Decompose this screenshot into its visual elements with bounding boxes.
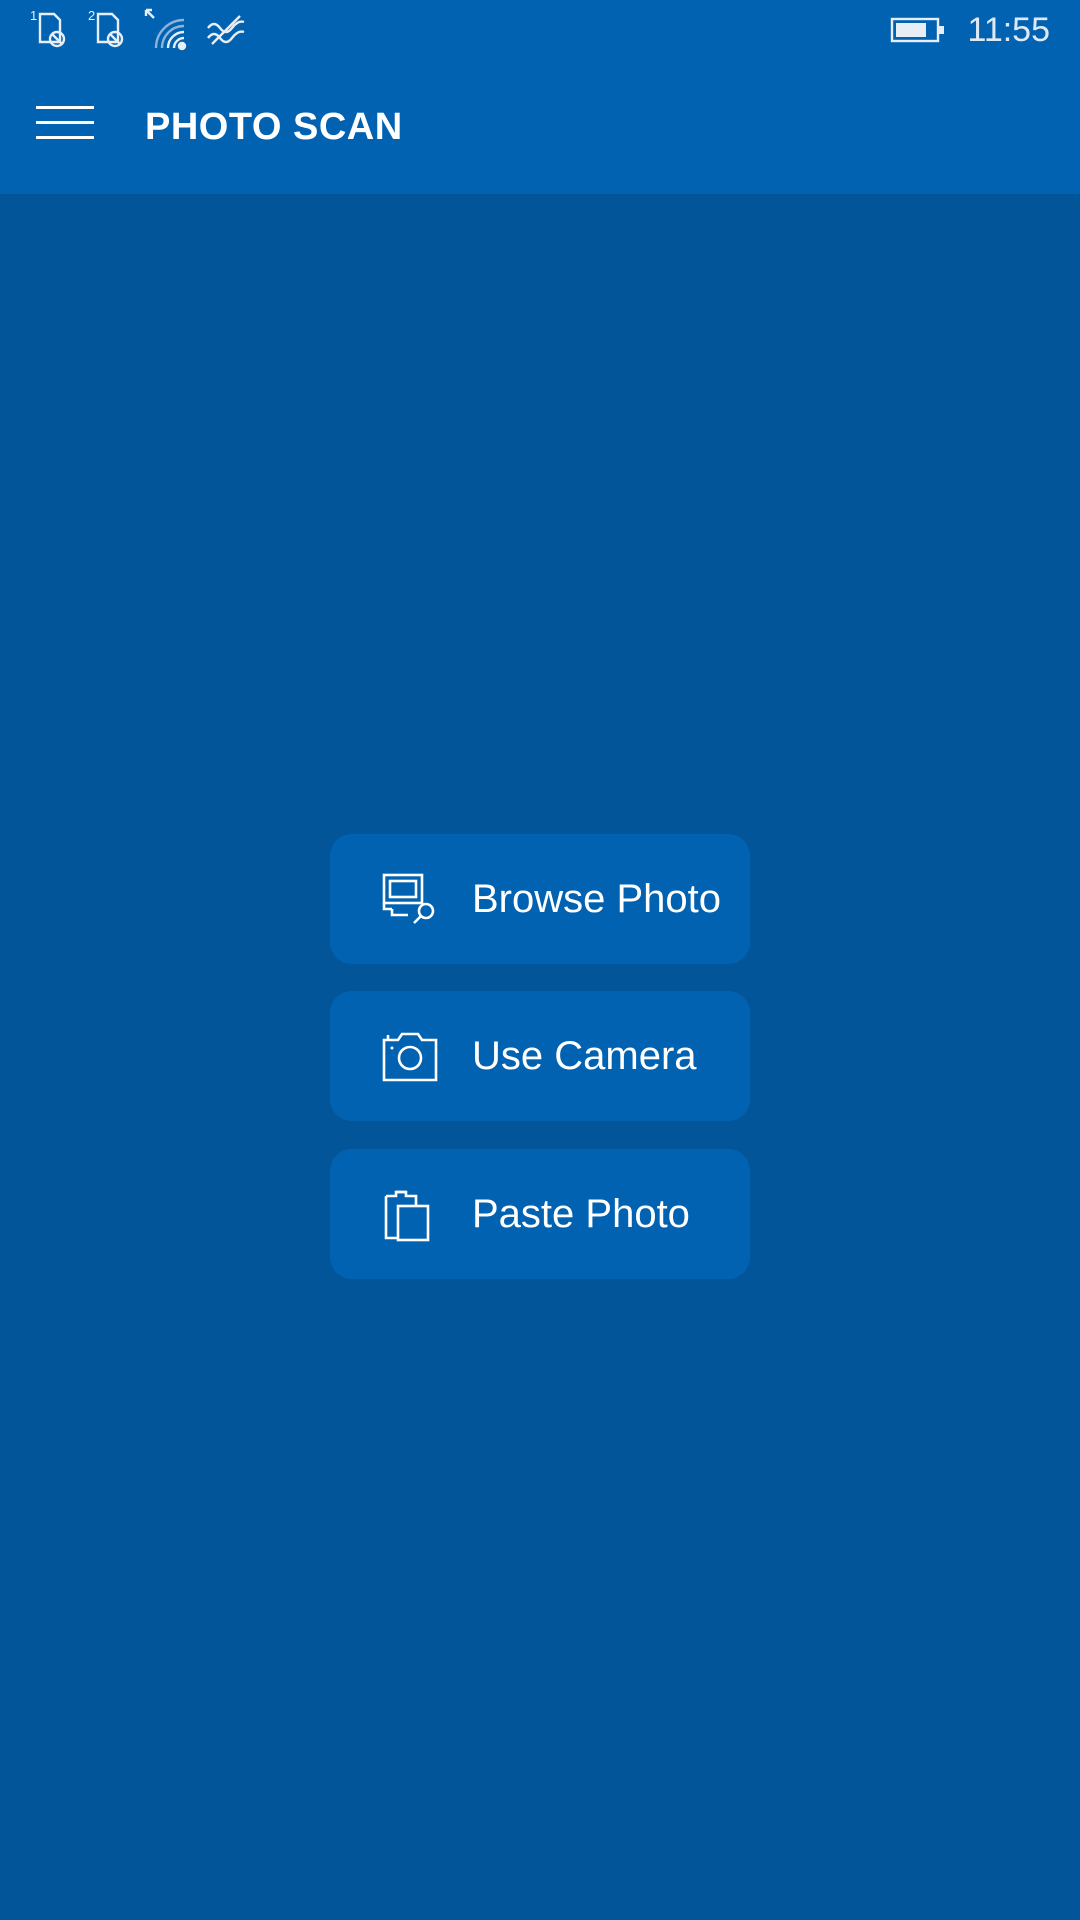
sim1-no-service-icon: 1 (28, 8, 76, 52)
data-sense-icon (202, 8, 250, 52)
use-camera-label: Use Camera (472, 1034, 697, 1078)
main-content: Browse Photo Use Camera Paste Photo (0, 194, 1080, 1920)
status-bar: 1 2 11:55 (0, 0, 1080, 60)
hamburger-menu-icon[interactable] (36, 106, 94, 146)
paste-photo-button[interactable]: Paste Photo (330, 1149, 750, 1279)
app-bar: PHOTO SCAN (0, 60, 1080, 194)
svg-text:2: 2 (88, 8, 95, 23)
status-time: 11:55 (967, 11, 1050, 49)
camera-icon (380, 1028, 440, 1084)
browse-photo-label: Browse Photo (472, 877, 722, 921)
paste-photo-label: Paste Photo (472, 1192, 690, 1236)
svg-text:1: 1 (30, 8, 37, 23)
paste-icon (380, 1186, 440, 1242)
use-camera-button[interactable]: Use Camera (330, 991, 750, 1121)
browse-photo-button[interactable]: Browse Photo (330, 834, 750, 964)
wifi-icon (144, 8, 192, 52)
sim2-no-service-icon: 2 (86, 8, 134, 52)
page-title: PHOTO SCAN (145, 106, 403, 148)
browse-photo-icon (380, 871, 440, 927)
battery-icon (890, 16, 946, 44)
